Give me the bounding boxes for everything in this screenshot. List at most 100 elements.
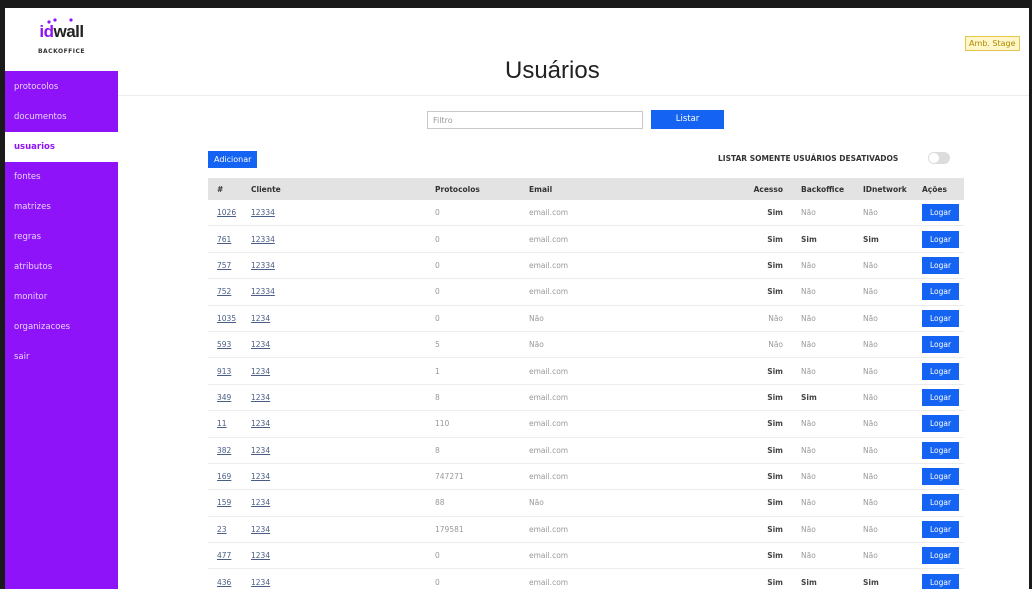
client-link[interactable]: 1234: [251, 472, 270, 481]
sidebar-item-fontes[interactable]: fontes: [5, 162, 118, 192]
access-value: Sim: [767, 260, 783, 270]
sidebar-item-organizacoes[interactable]: organizacoes: [5, 312, 118, 342]
user-id-link[interactable]: 1035: [217, 314, 236, 323]
client-link[interactable]: 1234: [251, 498, 270, 507]
access-value: Sim: [767, 472, 783, 482]
client-link[interactable]: 1234: [251, 393, 270, 402]
protocols-value: 8: [435, 445, 440, 455]
user-id-link[interactable]: 752: [217, 287, 231, 296]
logo[interactable]: idwall BACKOFFICE: [5, 8, 118, 71]
sidebar-item-protocolos[interactable]: protocolos: [5, 72, 118, 102]
table-row: 593 1234 5 Não Não Não Não Logar: [208, 332, 964, 359]
user-id-link[interactable]: 761: [217, 235, 231, 244]
backoffice-value: Sim: [801, 577, 817, 587]
email-cell: email.com: [519, 235, 730, 244]
user-id-link[interactable]: 382: [217, 446, 231, 455]
login-as-button[interactable]: Logar: [922, 441, 959, 459]
client-link[interactable]: 1234: [251, 551, 270, 560]
protocols-cell: 1: [426, 367, 519, 376]
client-link[interactable]: 1234: [251, 578, 270, 587]
user-id-link[interactable]: 593: [217, 340, 231, 349]
email-value: email.com: [529, 445, 569, 455]
actions-cell: Logar: [914, 441, 964, 459]
user-id-link[interactable]: 477: [217, 551, 231, 560]
user-id-link[interactable]: 169: [217, 472, 231, 481]
login-as-button[interactable]: Logar: [922, 494, 959, 512]
idnetwork-value: Não: [863, 366, 878, 376]
deactivated-toggle-label: LISTAR SOMENTE USUÁRIOS DESATIVADOS: [718, 154, 899, 163]
email-value: Não: [529, 498, 544, 508]
user-id-link[interactable]: 349: [217, 393, 231, 402]
login-as-button[interactable]: Logar: [922, 547, 959, 565]
protocols-cell: 0: [426, 235, 519, 244]
login-as-button[interactable]: Logar: [922, 230, 959, 248]
login-as-button[interactable]: Logar: [922, 415, 959, 433]
login-as-button[interactable]: Logar: [922, 309, 959, 327]
app-window: idwall BACKOFFICE protocolos documentos us…: [5, 8, 1029, 589]
idnetwork-cell: Não: [854, 340, 914, 349]
email-value: email.com: [529, 366, 569, 376]
actions-cell: Logar: [914, 309, 964, 327]
email-value: email.com: [529, 208, 569, 218]
client-link[interactable]: 1234: [251, 419, 270, 428]
protocols-cell: 0: [426, 578, 519, 587]
client-link[interactable]: 12334: [251, 287, 275, 296]
login-as-button[interactable]: Logar: [922, 336, 959, 354]
user-id-link[interactable]: 913: [217, 367, 231, 376]
client-link[interactable]: 1234: [251, 367, 270, 376]
client-cell: 1234: [246, 578, 426, 587]
login-as-button[interactable]: Logar: [922, 204, 959, 222]
sidebar-item-monitor[interactable]: monitor: [5, 282, 118, 312]
access-value: Sim: [767, 287, 783, 297]
sidebar-item-documentos[interactable]: documentos: [5, 102, 118, 132]
logo-wall-text: wall: [53, 22, 84, 41]
login-as-button[interactable]: Logar: [922, 256, 959, 274]
idnetwork-value: Não: [863, 551, 878, 561]
client-cell: 1234: [246, 419, 426, 428]
table-row: 11 1234 110 email.com Sim Não Não Logar: [208, 411, 964, 438]
protocols-cell: 88: [426, 498, 519, 507]
backoffice-cell: Não: [792, 472, 854, 481]
user-id-link[interactable]: 11: [217, 419, 227, 428]
client-link[interactable]: 1234: [251, 314, 270, 323]
access-value: Sim: [767, 524, 783, 534]
login-as-button[interactable]: Logar: [922, 283, 959, 301]
sidebar-item-regras[interactable]: regras: [5, 222, 118, 252]
idnetwork-value: Não: [863, 472, 878, 482]
idnetwork-value: Não: [863, 313, 878, 323]
sidebar-item-atributos[interactable]: atributos: [5, 252, 118, 282]
backoffice-cell: Não: [792, 498, 854, 507]
sidebar-item-matrizes[interactable]: matrizes: [5, 192, 118, 222]
client-link[interactable]: 1234: [251, 525, 270, 534]
client-link[interactable]: 12334: [251, 235, 275, 244]
user-id-link[interactable]: 23: [217, 525, 227, 534]
sidebar-item-sair[interactable]: sair: [5, 342, 118, 372]
login-as-button[interactable]: Logar: [922, 362, 959, 380]
login-as-button[interactable]: Logar: [922, 573, 959, 589]
list-button[interactable]: Listar: [651, 110, 724, 129]
add-user-button[interactable]: Adicionar: [208, 151, 258, 168]
filter-input[interactable]: [427, 111, 643, 129]
client-link[interactable]: 1234: [251, 446, 270, 455]
user-id-link[interactable]: 436: [217, 578, 231, 587]
login-as-button[interactable]: Logar: [922, 468, 959, 486]
login-as-button[interactable]: Logar: [922, 520, 959, 538]
idnetwork-cell: Não: [854, 208, 914, 217]
protocols-cell: 0: [426, 287, 519, 296]
user-id-link[interactable]: 1026: [217, 208, 236, 217]
client-link[interactable]: 1234: [251, 340, 270, 349]
email-cell: email.com: [519, 419, 730, 428]
protocols-value: 0: [435, 313, 440, 323]
idnetwork-cell: Sim: [854, 578, 914, 587]
actions-cell: Logar: [914, 415, 964, 433]
login-as-button[interactable]: Logar: [922, 388, 959, 406]
user-id-link[interactable]: 757: [217, 261, 231, 270]
deactivated-toggle[interactable]: [928, 152, 950, 164]
client-link[interactable]: 12334: [251, 261, 275, 270]
client-link[interactable]: 12334: [251, 208, 275, 217]
sidebar-item-usuarios[interactable]: usuarios: [5, 132, 118, 162]
actions-cell: Logar: [914, 547, 964, 565]
backoffice-cell: Sim: [792, 578, 854, 587]
user-id-cell: 593: [208, 340, 246, 349]
user-id-link[interactable]: 159: [217, 498, 231, 507]
